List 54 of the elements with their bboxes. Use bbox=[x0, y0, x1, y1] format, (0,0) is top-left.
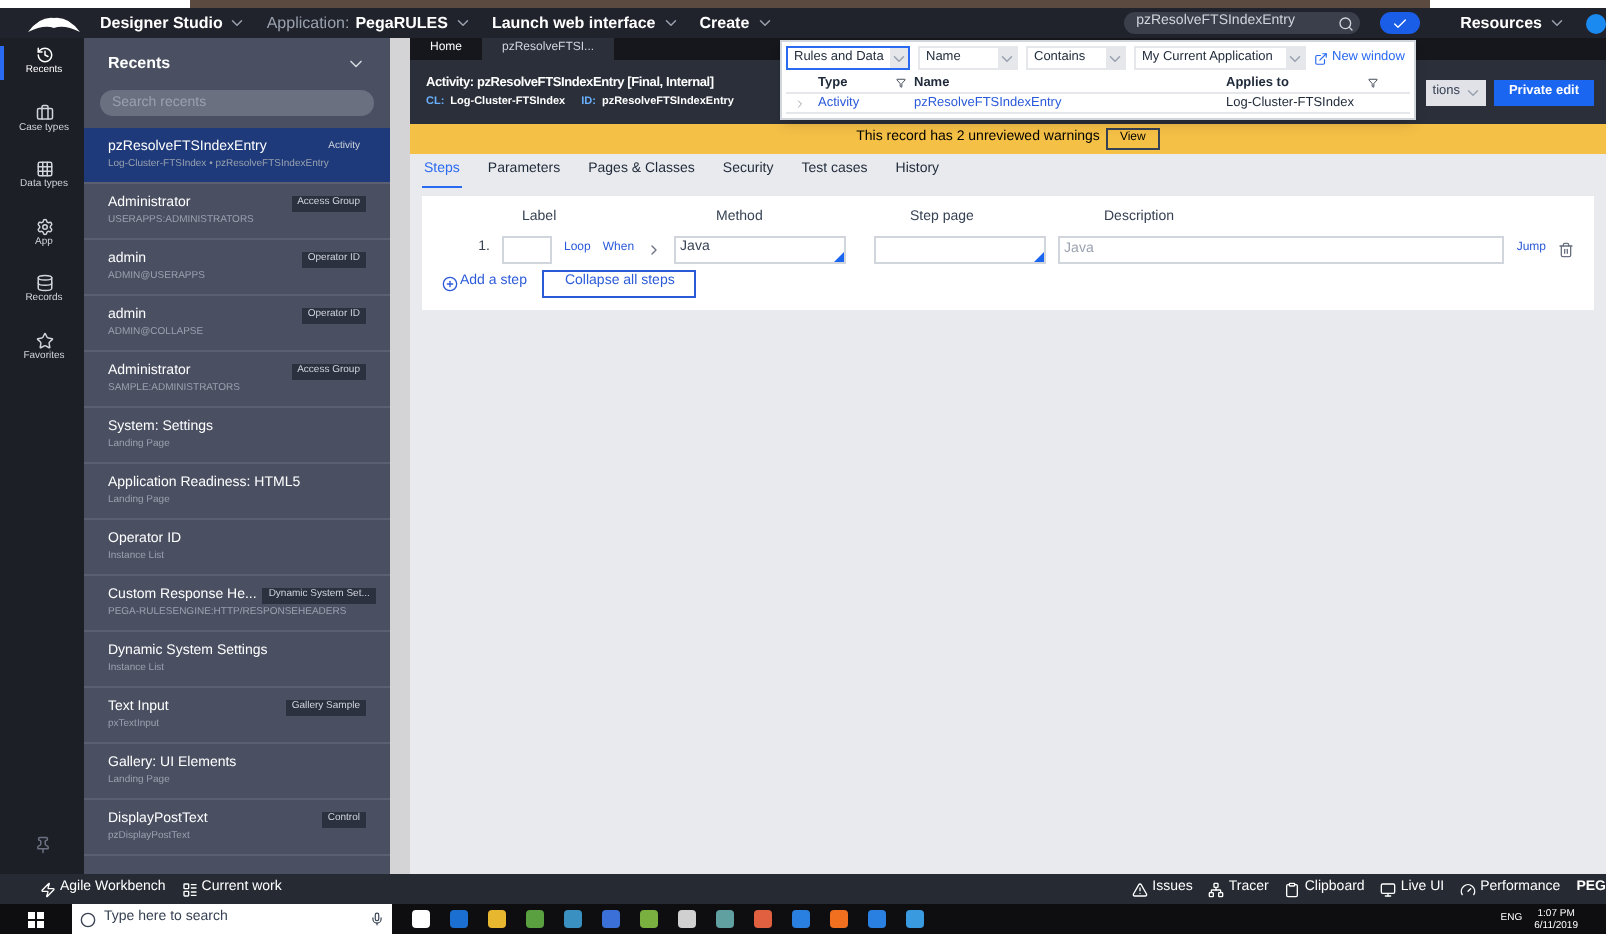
rail-icon bbox=[35, 160, 53, 178]
avatar-icon bbox=[1586, 13, 1606, 33]
menu-button[interactable]: Launch web interface bbox=[491, 11, 680, 35]
rail-icon bbox=[35, 103, 53, 121]
app-icon[interactable] bbox=[526, 910, 544, 928]
external-link-icon bbox=[1314, 51, 1328, 65]
app-icon[interactable] bbox=[792, 910, 810, 928]
app-icon[interactable] bbox=[868, 910, 886, 928]
toolbar-icon bbox=[1380, 881, 1397, 897]
pin-icon[interactable] bbox=[33, 836, 51, 854]
app-icon[interactable] bbox=[716, 910, 734, 928]
delete-icon[interactable] bbox=[1558, 241, 1574, 257]
app-icon[interactable] bbox=[412, 910, 430, 928]
resources-menu[interactable]: Resources bbox=[1460, 11, 1566, 35]
app-icon[interactable] bbox=[450, 910, 468, 928]
label-field[interactable] bbox=[502, 235, 552, 263]
rail-icon bbox=[35, 274, 53, 292]
caret-icon bbox=[755, 14, 774, 32]
app-icon[interactable] bbox=[488, 910, 506, 928]
rail-icon bbox=[35, 46, 53, 64]
confirm-button[interactable] bbox=[1380, 12, 1421, 34]
search-icon bbox=[80, 911, 96, 927]
app-icon[interactable] bbox=[564, 910, 582, 928]
caret-icon bbox=[228, 14, 247, 32]
caret-icon bbox=[1548, 14, 1566, 32]
step-page-field[interactable] bbox=[874, 235, 1047, 263]
logo-icon bbox=[28, 15, 80, 31]
toolbar-icon bbox=[1208, 881, 1225, 897]
windows-icon[interactable] bbox=[28, 911, 44, 927]
plus-icon bbox=[442, 275, 458, 291]
search-icon bbox=[1338, 15, 1355, 31]
app-icon[interactable] bbox=[906, 910, 924, 928]
rail-icon bbox=[35, 331, 53, 349]
microphone-icon bbox=[370, 912, 384, 926]
toolbar-icon bbox=[40, 881, 56, 897]
caret-icon bbox=[453, 14, 472, 32]
app-icon[interactable] bbox=[640, 910, 658, 928]
toolbar-icon bbox=[1284, 881, 1301, 897]
check-icon bbox=[1392, 15, 1409, 31]
menu-button[interactable]: Designer Studio bbox=[100, 11, 247, 35]
app-icon[interactable] bbox=[754, 910, 772, 928]
rail-icon bbox=[35, 217, 53, 235]
filter-icon[interactable] bbox=[1368, 78, 1378, 88]
menu-button[interactable]: Application: PegaRULES bbox=[266, 11, 472, 35]
toolbar-icon bbox=[181, 881, 198, 897]
filter-icon[interactable] bbox=[896, 78, 906, 88]
menu-button[interactable]: Create bbox=[699, 11, 774, 35]
caret-icon bbox=[661, 14, 680, 32]
sidebar-title: Recents bbox=[108, 52, 171, 76]
app-icon[interactable] bbox=[678, 910, 696, 928]
toolbar-icon bbox=[1460, 881, 1477, 897]
app-icon[interactable] bbox=[602, 910, 620, 928]
app-icon[interactable] bbox=[830, 910, 848, 928]
toolbar-icon bbox=[1132, 881, 1149, 897]
